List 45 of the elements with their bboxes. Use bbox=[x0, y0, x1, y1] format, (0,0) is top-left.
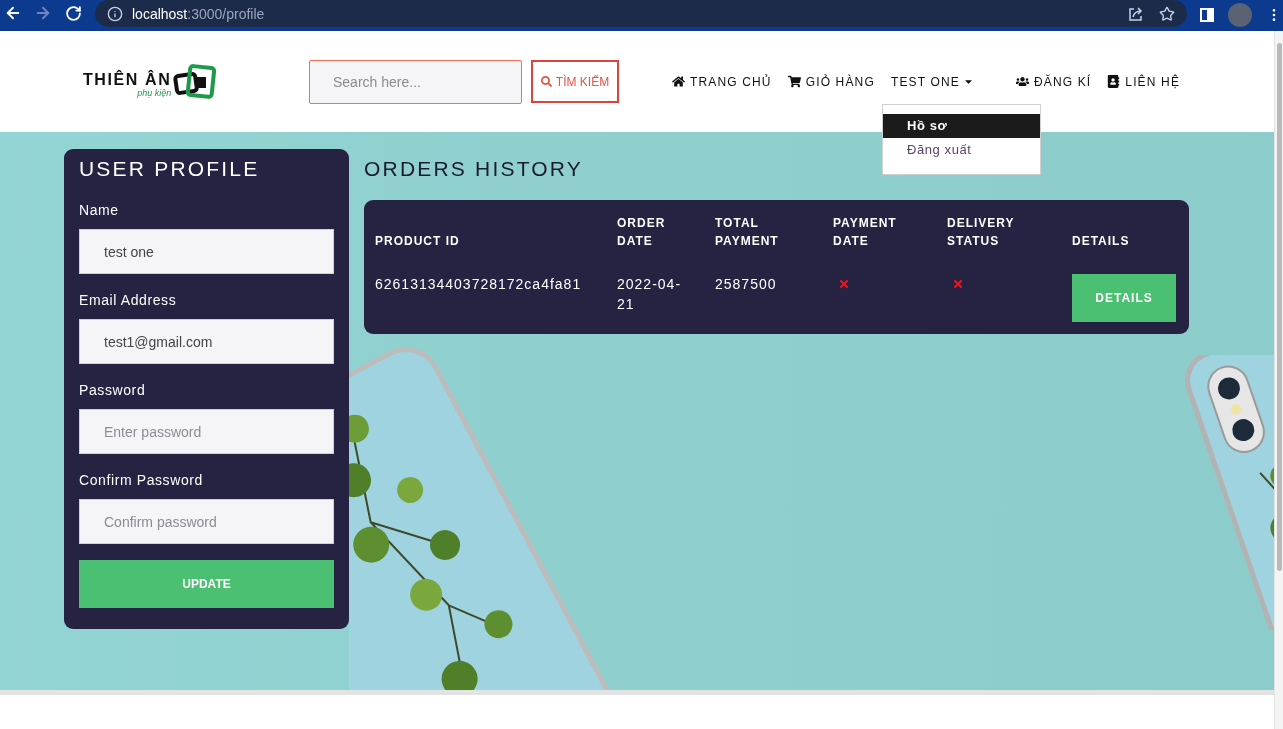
column-header: ORDER DATE bbox=[616, 215, 667, 250]
nav-link[interactable]: GIỎ HÀNG bbox=[787, 71, 875, 92]
user-menu-toggle[interactable]: TEST ONE bbox=[890, 71, 974, 92]
menu-item[interactable]: Hồ sơ bbox=[882, 113, 1040, 138]
field-label: Email Address bbox=[79, 291, 177, 310]
scrollbar[interactable] bbox=[1274, 31, 1283, 729]
table-cell-text: 62613134403728172ca4fa81 bbox=[375, 275, 583, 294]
profile-title: USER PROFILE bbox=[79, 156, 260, 182]
column-header: DETAILS bbox=[1071, 233, 1131, 250]
share-icon[interactable] bbox=[1128, 5, 1144, 22]
input-field[interactable]: test1@gmail.com bbox=[79, 319, 334, 364]
reload-button[interactable] bbox=[63, 3, 83, 23]
orders-title: ORDERS HISTORY bbox=[364, 156, 584, 182]
input-field[interactable]: test one bbox=[79, 229, 334, 274]
input-field[interactable]: Confirm password bbox=[79, 499, 334, 544]
menu-item[interactable]: Đăng xuất bbox=[882, 137, 1040, 162]
address-bar[interactable]: localhost:3000/profile bbox=[95, 0, 1187, 27]
search-icon bbox=[540, 76, 552, 87]
logo-text: THIÊN ÂN bbox=[83, 71, 172, 88]
search-button[interactable]: TÌM KIẾM bbox=[531, 60, 619, 103]
field-label: Password bbox=[79, 381, 146, 400]
home-icon bbox=[672, 75, 685, 88]
side-panel-icon[interactable] bbox=[1200, 8, 1214, 22]
star-icon[interactable] bbox=[1159, 5, 1175, 22]
contact-book-icon bbox=[1107, 75, 1121, 88]
column-header: TOTAL PAYMENT bbox=[714, 215, 780, 250]
scrollbar-thumb[interactable] bbox=[1277, 43, 1282, 571]
cart-icon bbox=[787, 75, 801, 88]
field-label: Confirm Password bbox=[79, 471, 203, 490]
nav-link[interactable]: LIÊN HỆ bbox=[1107, 71, 1181, 92]
input-field[interactable]: Enter password bbox=[79, 409, 334, 454]
nav-link[interactable]: ĐĂNG KÍ bbox=[1015, 71, 1092, 92]
search-field[interactable]: Search here... bbox=[309, 59, 522, 104]
column-header: PRODUCT ID bbox=[374, 233, 461, 250]
table-cell-text: 2022-04-21 bbox=[617, 275, 683, 314]
field-label: Name bbox=[79, 201, 119, 220]
nav-link[interactable]: TRANG CHỦ bbox=[672, 71, 772, 92]
logo-mark-icon bbox=[173, 63, 218, 100]
column-header: DELIVERY STATUS bbox=[946, 215, 1016, 250]
column-header: PAYMENT DATE bbox=[832, 215, 898, 250]
logo-subtext: phụ kiện bbox=[137, 88, 172, 98]
users-icon bbox=[1015, 75, 1029, 88]
url-text: localhost:3000/profile bbox=[132, 5, 265, 22]
table-cell-text: 2587500 bbox=[715, 275, 778, 294]
info-icon[interactable] bbox=[107, 5, 123, 22]
